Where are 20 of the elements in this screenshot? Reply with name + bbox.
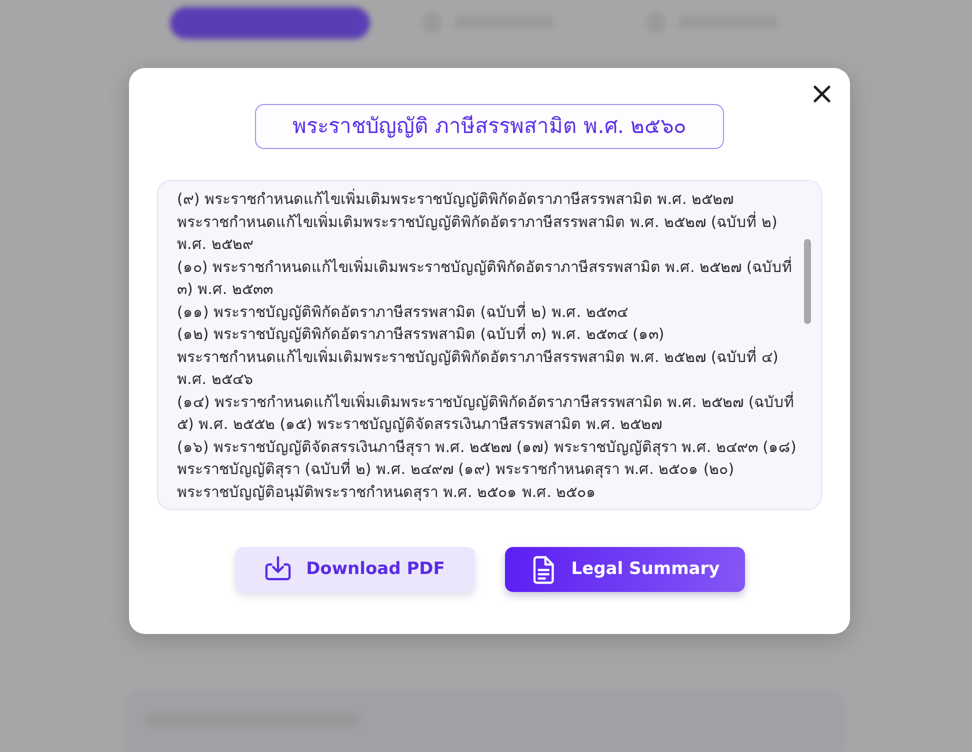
law-text-line: (๑๔) พระราชกำหนดแก้ไขเพิ่มเติมพระราชบัญญัติพิกัดอัตราภาษีสรรพสามิต พ.ศ. ๒๕๒๗ (ฉบับที่ xyxy=(177,390,794,412)
law-text-line: พระราชกำหนดแก้ไขเพิ่มเติมพระราชบัญญัติพิกัดอัตราภาษีสรรพสามิต พ.ศ. ๒๕๒๗ (ฉบับที่ ๒) xyxy=(177,210,778,232)
law-text-line: (๑๒) พระราชบัญญัติพิกัดอัตราภาษีสรรพสามิต (ฉบับที่ ๓) พ.ศ. ๒๕๓๔ (๑๓) xyxy=(177,323,664,345)
legal-summary-button[interactable]: Legal Summary xyxy=(504,547,744,592)
law-text-line: ๓) พ.ศ. ๒๕๓๓ xyxy=(177,279,273,300)
law-text-line: พระราชบัญญัติสุรา (ฉบับที่ ๒) พ.ศ. ๒๔๙๗ (๑๙) พระราชกำหนดสุรา พ.ศ. ๒๕๐๑ (๒๐) xyxy=(177,458,734,480)
scrollbar-thumb[interactable] xyxy=(804,239,811,324)
law-text-line: (๙) พระราชกำหนดแก้ไขเพิ่มเติมพระราชบัญญัติพิกัดอัตราภาษีสรรพสามิต พ.ศ. ๒๕๒๗ xyxy=(177,188,734,210)
download-pdf-button[interactable]: Download PDF xyxy=(234,547,474,592)
law-text-line: พระราชบัญญัติอนุมัติพระราชกำหนดสุรา พ.ศ. ๒๕๐๑ พ.ศ. ๒๕๐๑ xyxy=(177,482,596,503)
close-icon xyxy=(813,85,831,103)
law-text-line: (๑๐) พระราชกำหนดแก้ไขเพิ่มเติมพระราชบัญญัติพิกัดอัตราภาษีสรรพสามิต พ.ศ. ๒๕๒๗ (ฉบับที่ xyxy=(177,256,792,278)
law-text-line: พระราชกำหนดแก้ไขเพิ่มเติมพระราชบัญญัติพิกัดอัตราภาษีสรรพสามิต พ.ศ. ๒๕๒๗ (ฉบับที่ ๔) xyxy=(177,346,778,368)
law-text-line: พ.ศ. ๒๕๔๖ xyxy=(177,369,254,390)
text-scroll-area[interactable] xyxy=(157,180,822,510)
law-text-line: พ.ศ. ๒๕๒๙ xyxy=(177,234,254,255)
law-text-line: (๑๖) พระราชบัญญัติจัดสรรเงินภาษีสุรา พ.ศ. ๒๕๒๗ (๑๗) พระราชบัญญัติสุรา พ.ศ. ๒๔๙๓ (๑๘) xyxy=(177,436,796,458)
law-text-line: ๕) พ.ศ. ๒๕๕๒ (๑๕) พระราชบัญญัติจัดสรรเงินภาษีสรรพสามิต พ.ศ. ๒๕๒๗ xyxy=(177,414,662,435)
law-text-line: (๑๑) พระราชบัญญัติพิกัดอัตราภาษีสรรพสามิต (ฉบับที่ ๒) พ.ศ. ๒๕๓๔ xyxy=(177,300,628,322)
dialog-title: พระราชบัญญัติ ภาษีสรรพสามิต พ.ศ. ๒๕๖๐ xyxy=(255,104,724,149)
